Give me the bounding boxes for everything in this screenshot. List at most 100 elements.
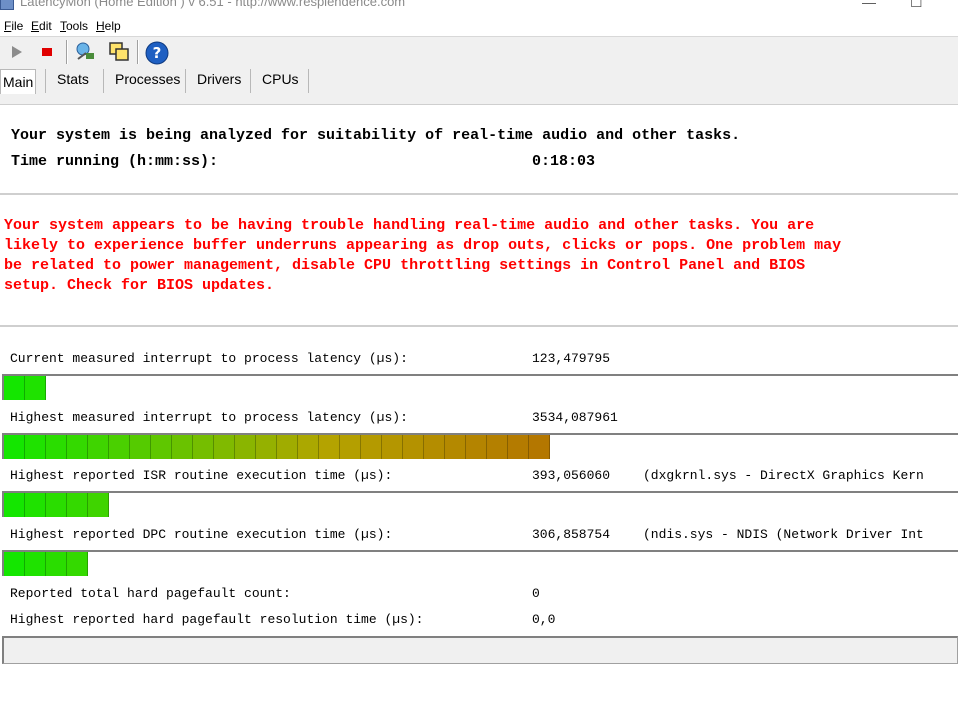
bar-segment [319,435,340,459]
bar-segment [25,376,46,400]
warning-line: Your system appears to be having trouble… [4,217,815,234]
tab-separator [308,69,309,93]
explorer-button[interactable] [74,41,96,63]
bar-segment [298,435,319,459]
bar-segment [46,552,67,576]
bar-segment [25,493,46,517]
bar-fill [4,376,46,400]
menu-tools[interactable]: Tools [60,19,88,33]
pagefault-count-value: 0 [532,586,540,601]
tab-separator [185,69,186,93]
bar-segment [424,435,445,459]
window-title: LatencyMon (Home Edition ) v 6.51 - http… [20,0,406,9]
menu-help[interactable]: Help [96,19,121,33]
bar-segment [361,435,382,459]
bar-fill [4,552,88,576]
status-panel: Your system is being analyzed for suitab… [0,104,958,194]
explorer-icon [76,42,94,60]
time-running-value: 0:18:03 [532,153,596,170]
toolbar-separator [66,40,68,64]
toolbar-separator [137,40,139,64]
warning-panel: Your system appears to be having trouble… [0,194,958,326]
help-button[interactable]: ? [145,41,169,65]
minimize-button[interactable]: — [862,0,876,10]
bar-segment [487,435,508,459]
bar-segment [25,435,46,459]
stop-button[interactable] [36,41,58,63]
dpc-time-label: Highest reported DPC routine execution t… [10,527,393,542]
bar-segment [67,435,88,459]
bar-segment [25,552,46,576]
current-latency-value: 123,479795 [532,351,611,366]
bar-segment [88,493,109,517]
tab-processes[interactable]: Processes [115,71,180,87]
highest-latency-bar [2,433,958,459]
bar-segment [235,435,256,459]
bar-fill [4,435,550,459]
bar-segment [445,435,466,459]
bar-segment [277,435,298,459]
bar-segment [382,435,403,459]
warning-line: likely to experience buffer underruns ap… [4,237,842,254]
warning-line: be related to power management, disable … [4,257,806,274]
isr-time-value: 393,056060 [532,468,611,483]
current-latency-label: Current measured interrupt to process la… [10,351,408,366]
warning-line: setup. Check for BIOS updates. [4,277,275,294]
time-running-label: Time running (h:mm:ss): [11,153,219,170]
status-headline: Your system is being analyzed for suitab… [11,127,741,144]
tab-separator [45,69,46,93]
tab-main[interactable]: Main [0,69,37,94]
highest-latency-label: Highest measured interrupt to process la… [10,410,408,425]
stop-icon [42,48,52,56]
pagefault-count-label: Reported total hard pagefault count: [10,586,291,601]
help-icon: ? [145,41,169,65]
bar-segment [46,493,67,517]
toolbar: ? [0,37,958,67]
tab-stats[interactable]: Stats [57,71,89,87]
bar-segment [172,435,193,459]
tab-cpus[interactable]: CPUs [262,71,299,87]
bar-segment [109,435,130,459]
tab-bar: Main Stats Processes Drivers CPUs [0,67,958,95]
windows-button[interactable] [108,41,130,63]
stats-panel: Current measured interrupt to process la… [0,326,958,722]
menu-edit[interactable]: Edit [31,19,52,33]
windows-icon [109,42,129,61]
dpc-driver-text: (ndis.sys - NDIS (Network Driver Int [643,527,924,542]
bar-segment [4,435,25,459]
bar-segment [151,435,172,459]
menu-file[interactable]: File [4,19,23,33]
dpc-time-value: 306,858754 [532,527,611,542]
play-icon [12,46,22,58]
isr-time-bar [2,491,958,517]
bar-segment [130,435,151,459]
isr-time-label: Highest reported ISR routine execution t… [10,468,393,483]
svg-text:?: ? [153,44,162,62]
pagefault-time-label: Highest reported hard pagefault resoluti… [10,612,424,627]
bar-segment [46,435,67,459]
menu-bar: File Edit Tools Help [0,12,958,37]
app-icon [0,0,14,10]
pagefault-time-value: 0,0 [532,612,556,627]
highest-latency-value: 3534,087961 [532,410,618,425]
bar-segment [403,435,424,459]
bar-segment [466,435,487,459]
bar-segment [193,435,214,459]
bar-segment [4,376,25,400]
tab-separator [250,69,251,93]
bar-segment [214,435,235,459]
maximize-button[interactable]: ☐ [910,0,923,11]
bar-segment [67,493,88,517]
pagefault-bar [2,636,958,664]
tab-drivers[interactable]: Drivers [197,71,241,87]
title-bar: LatencyMon (Home Edition ) v 6.51 - http… [0,0,958,12]
bar-segment [4,552,25,576]
play-button[interactable] [6,41,28,63]
bar-segment [340,435,361,459]
bar-segment [256,435,277,459]
bar-segment [508,435,529,459]
tab-separator [103,69,104,93]
isr-driver-text: (dxgkrnl.sys - DirectX Graphics Kern [643,468,924,483]
current-latency-bar [2,374,958,400]
bar-segment [4,493,25,517]
